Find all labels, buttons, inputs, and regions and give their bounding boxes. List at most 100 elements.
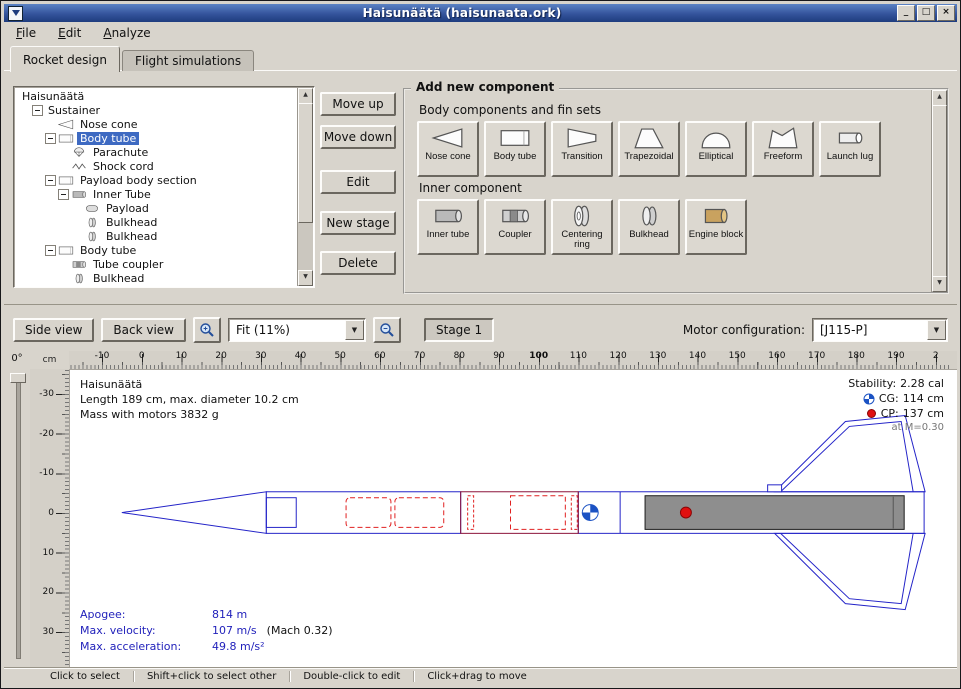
- component-button-transition[interactable]: Transition: [551, 121, 613, 177]
- tree-item-body-tube[interactable]: Body tube: [17, 243, 297, 257]
- tree-item-label: Bulkhead: [103, 216, 160, 229]
- collapse-expander-icon[interactable]: [45, 175, 56, 186]
- scrollbar-thumb[interactable]: [298, 103, 313, 223]
- tab-rocket-design[interactable]: Rocket design: [10, 46, 120, 72]
- zoom-fit-select[interactable]: Fit (11%) ▼: [228, 318, 366, 342]
- motor-config-select[interactable]: [J115-P] ▼: [812, 318, 948, 342]
- cg-marker: [582, 505, 598, 521]
- bulkhead-icon: [84, 216, 100, 229]
- inner-tube-icon: [428, 203, 468, 229]
- max-velocity-label: Max. velocity:: [80, 623, 212, 639]
- tree-scrollbar[interactable]: ▲ ▼: [297, 88, 313, 286]
- rocket-dimensions: Length 189 cm, max. diameter 10.2 cm: [80, 392, 299, 407]
- h-ruler-label: 60: [374, 351, 385, 361]
- rotation-control: 0°: [4, 351, 30, 667]
- move-down-button[interactable]: Move down: [320, 125, 396, 149]
- menu-analyze[interactable]: Analyze: [103, 26, 150, 40]
- cp-value: 137 cm: [903, 407, 944, 420]
- tree-item-bulkhead[interactable]: Bulkhead: [17, 215, 297, 229]
- collapse-expander-icon[interactable]: [45, 133, 56, 144]
- window-title: Haisunäätä (haisunaata.ork): [27, 6, 897, 20]
- scroll-up-arrow-icon[interactable]: ▲: [932, 90, 947, 106]
- tree-item-bulkhead[interactable]: Bulkhead: [17, 229, 297, 243]
- collapse-expander-icon[interactable]: [45, 245, 56, 256]
- tree-item-parachute[interactable]: Parachute: [17, 145, 297, 159]
- launch-lug-icon: [830, 125, 870, 151]
- rotation-slider[interactable]: [16, 375, 21, 659]
- tree-item-label: Payload: [103, 202, 152, 215]
- horizontal-ruler: -100102030405060708090100110120130140150…: [69, 351, 957, 369]
- h-ruler-label: 50: [334, 351, 345, 361]
- side-view-button[interactable]: Side view: [13, 318, 94, 342]
- h-ruler-label: 90: [493, 351, 504, 361]
- centering-ring-icon: [562, 203, 602, 229]
- collapse-expander-icon[interactable]: [58, 189, 69, 200]
- cg-legend-icon: [863, 393, 875, 405]
- tree-item-sustainer[interactable]: Sustainer: [17, 103, 297, 117]
- v-ruler-label: -30: [39, 389, 54, 399]
- component-button-nose-cone[interactable]: Nose cone: [417, 121, 479, 177]
- h-ruler-label: 150: [729, 351, 746, 361]
- tab-flight-simulations[interactable]: Flight simulations: [122, 50, 254, 71]
- back-view-button[interactable]: Back view: [101, 318, 186, 342]
- chevron-down-icon[interactable]: ▼: [927, 320, 946, 340]
- component-button-body-tube[interactable]: Body tube: [484, 121, 546, 177]
- component-button-engine-block[interactable]: Engine block: [685, 199, 747, 255]
- h-ruler-label: 130: [649, 351, 666, 361]
- tree-item-tube-coupler[interactable]: Tube coupler: [17, 257, 297, 271]
- menubar: File Edit Analyze: [4, 22, 957, 44]
- minimize-button[interactable]: _: [897, 5, 915, 21]
- close-button[interactable]: ×: [937, 5, 955, 21]
- component-tree-panel: HaisunäätäSustainerNose coneBody tubePar…: [13, 86, 315, 288]
- tree-item-bulkhead[interactable]: Bulkhead: [17, 271, 297, 285]
- component-button-elliptical[interactable]: Elliptical: [685, 121, 747, 177]
- menu-file[interactable]: File: [16, 26, 36, 40]
- tree-item-nose-cone[interactable]: Nose cone: [17, 117, 297, 131]
- rocket-canvas[interactable]: Haisunäätä Length 189 cm, max. diameter …: [69, 369, 957, 667]
- h-ruler-label: 100: [529, 351, 548, 361]
- component-button-freeform[interactable]: Freeform: [752, 121, 814, 177]
- zoom-fit-value: Fit (11%): [236, 323, 290, 337]
- scroll-up-arrow-icon[interactable]: ▲: [298, 88, 313, 104]
- maximize-button[interactable]: □: [917, 5, 935, 21]
- component-button-coupler[interactable]: Coupler: [484, 199, 546, 255]
- move-up-button[interactable]: Move up: [320, 92, 396, 116]
- component-button-inner-tube[interactable]: Inner tube: [417, 199, 479, 255]
- tree-item-body-tube[interactable]: Body tube: [17, 131, 297, 145]
- component-button-bulkhead[interactable]: Bulkhead: [618, 199, 680, 255]
- edit-button[interactable]: Edit: [320, 170, 396, 194]
- tree-item-shock-cord[interactable]: Shock cord: [17, 159, 297, 173]
- chevron-down-icon[interactable]: ▼: [345, 320, 364, 340]
- scroll-down-arrow-icon[interactable]: ▼: [298, 270, 313, 286]
- rocket-design-panel: HaisunäätäSustainerNose coneBody tubePar…: [4, 70, 957, 305]
- apogee-value: 814 m: [212, 608, 247, 621]
- rotation-slider-handle[interactable]: [10, 373, 26, 383]
- window-menu-icon[interactable]: [8, 6, 23, 21]
- component-groups: Body components and fin setsNose coneBod…: [417, 100, 925, 288]
- h-ruler-label: 40: [295, 351, 306, 361]
- component-button-label: Nose cone: [425, 152, 470, 162]
- mach-note: (Mach 0.32): [267, 624, 333, 637]
- delete-button[interactable]: Delete: [320, 251, 396, 275]
- component-button-trapezoidal[interactable]: Trapezoidal: [618, 121, 680, 177]
- stage-1-button[interactable]: Stage 1: [424, 318, 494, 342]
- cp-label: CP:: [881, 407, 899, 420]
- titlebar[interactable]: Haisunäätä (haisunaata.ork) _ □ ×: [4, 4, 957, 22]
- tree-item-inner-tube[interactable]: Inner Tube: [17, 187, 297, 201]
- zoom-out-button[interactable]: [373, 317, 401, 343]
- tree-item-haisun-t[interactable]: Haisunäätä: [17, 89, 297, 103]
- new-stage-button[interactable]: New stage: [320, 211, 396, 235]
- scrollbar-thumb[interactable]: [932, 105, 947, 277]
- collapse-expander-icon[interactable]: [32, 105, 43, 116]
- component-button-launch-lug[interactable]: Launch lug: [819, 121, 881, 177]
- cg-label: CG:: [879, 392, 899, 405]
- zoom-in-button[interactable]: [193, 317, 221, 343]
- tree-item-payload-body-section[interactable]: Payload body section: [17, 173, 297, 187]
- h-ruler-label: 0: [139, 351, 145, 361]
- scroll-down-arrow-icon[interactable]: ▼: [932, 276, 947, 292]
- h-ruler-label: 170: [808, 351, 825, 361]
- component-button-centering-ring[interactable]: Centering ring: [551, 199, 613, 255]
- tree-item-payload[interactable]: Payload: [17, 201, 297, 215]
- menu-edit[interactable]: Edit: [58, 26, 81, 40]
- component-scrollbar[interactable]: ▲ ▼: [931, 90, 947, 292]
